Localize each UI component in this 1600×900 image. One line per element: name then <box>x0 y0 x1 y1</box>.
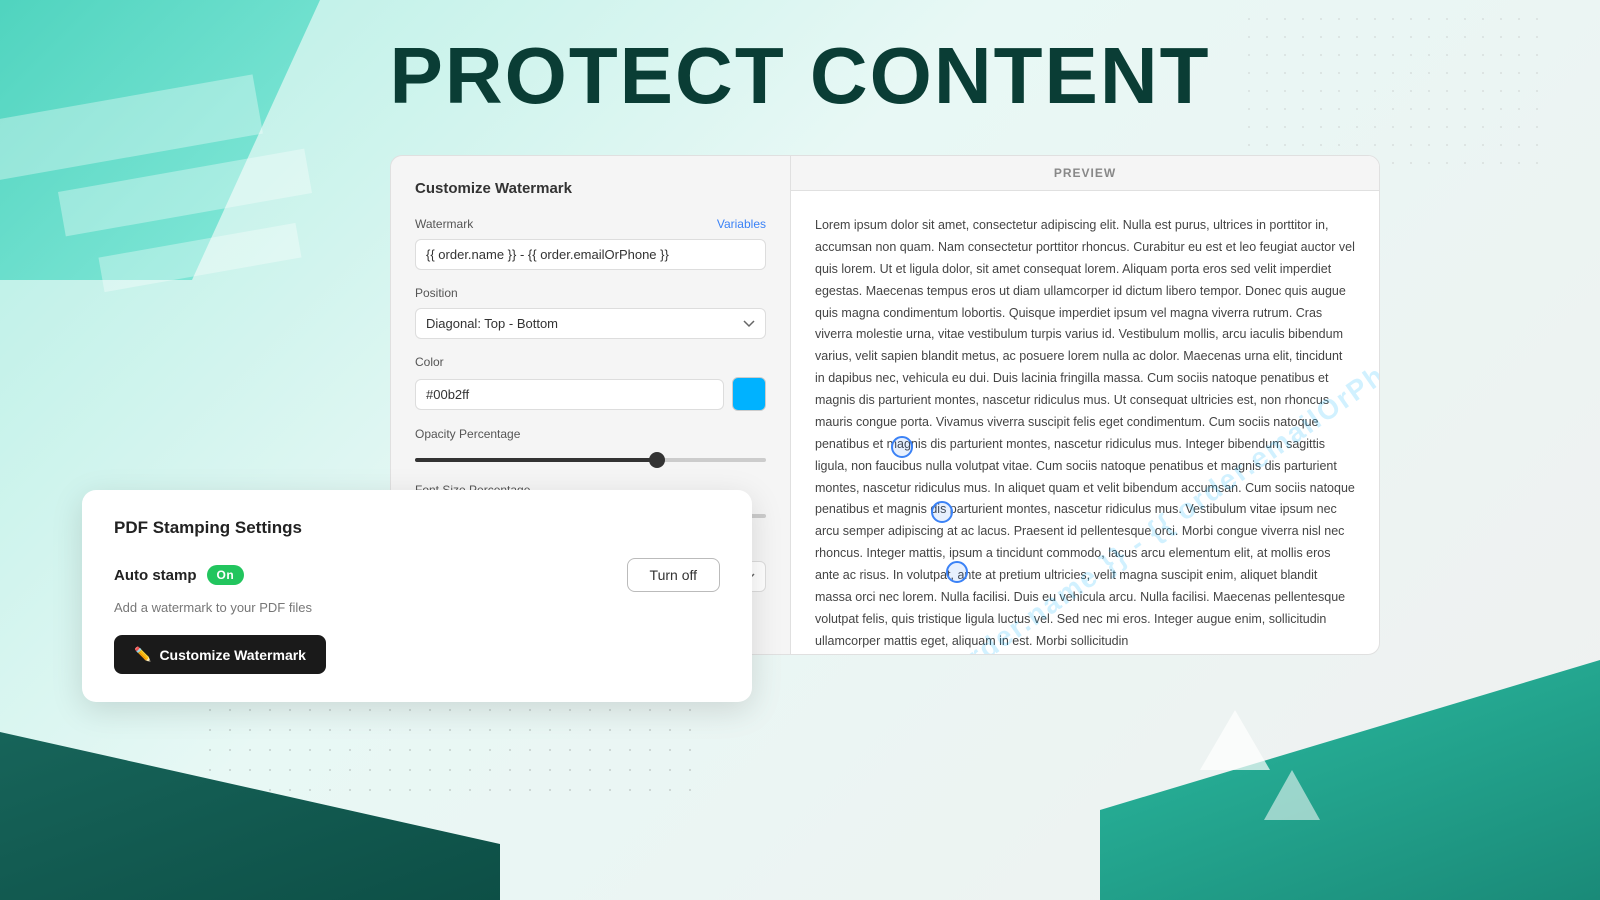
stamping-panel-title: PDF Stamping Settings <box>114 518 720 538</box>
color-input-row <box>415 377 766 411</box>
cursor-indicator-3 <box>946 561 968 583</box>
opacity-slider[interactable] <box>415 458 766 462</box>
variables-link[interactable]: Variables <box>717 217 766 231</box>
dots-bottom-center <box>200 700 700 800</box>
watermark-label-row: Watermark Variables <box>415 217 766 231</box>
customize-watermark-button[interactable]: ✏️ Customize Watermark <box>114 635 326 674</box>
customize-panel-title: Customize Watermark <box>415 180 766 197</box>
color-swatch[interactable] <box>732 377 766 411</box>
auto-stamp-label: Auto stamp <box>114 567 197 584</box>
preview-panel: PREVIEW Lorem ipsum dolor sit amet, cons… <box>790 155 1380 655</box>
opacity-field-group: Opacity Percentage <box>415 427 766 467</box>
arrow-decoration <box>1200 710 1270 770</box>
watermark-input[interactable] <box>415 239 766 270</box>
position-select[interactable]: Diagonal: Top - Bottom <box>415 308 766 339</box>
color-field-group: Color <box>415 355 766 411</box>
cursor-indicator-2 <box>931 501 953 523</box>
customize-watermark-icon: ✏️ <box>134 646 151 663</box>
preview-content: Lorem ipsum dolor sit amet, consectetur … <box>791 191 1379 654</box>
page-title: PROTECT CONTENT <box>0 30 1600 122</box>
turn-off-button[interactable]: Turn off <box>627 558 720 592</box>
customize-watermark-btn-label: Customize Watermark <box>159 647 306 663</box>
color-label-row: Color <box>415 355 766 369</box>
auto-stamp-left: Auto stamp On <box>114 565 244 585</box>
triangle-decoration <box>1264 770 1320 820</box>
position-label-row: Position <box>415 286 766 300</box>
color-hex-input[interactable] <box>415 379 724 410</box>
stamping-settings-panel: PDF Stamping Settings Auto stamp On Turn… <box>82 490 752 702</box>
auto-stamp-row: Auto stamp On Turn off <box>114 558 720 592</box>
watermark-field-group: Watermark Variables <box>415 217 766 270</box>
opacity-slider-container <box>415 449 766 467</box>
cursor-indicator-1 <box>891 436 913 458</box>
position-label: Position <box>415 286 458 300</box>
position-field-group: Position Diagonal: Top - Bottom <box>415 286 766 339</box>
on-badge: On <box>207 565 245 585</box>
opacity-label: Opacity Percentage <box>415 427 520 441</box>
watermark-label: Watermark <box>415 217 473 231</box>
color-label: Color <box>415 355 444 369</box>
opacity-label-row: Opacity Percentage <box>415 427 766 441</box>
stamp-description: Add a watermark to your PDF files <box>114 600 720 615</box>
preview-body-text: Lorem ipsum dolor sit amet, consectetur … <box>815 215 1355 653</box>
preview-header: PREVIEW <box>791 156 1379 191</box>
